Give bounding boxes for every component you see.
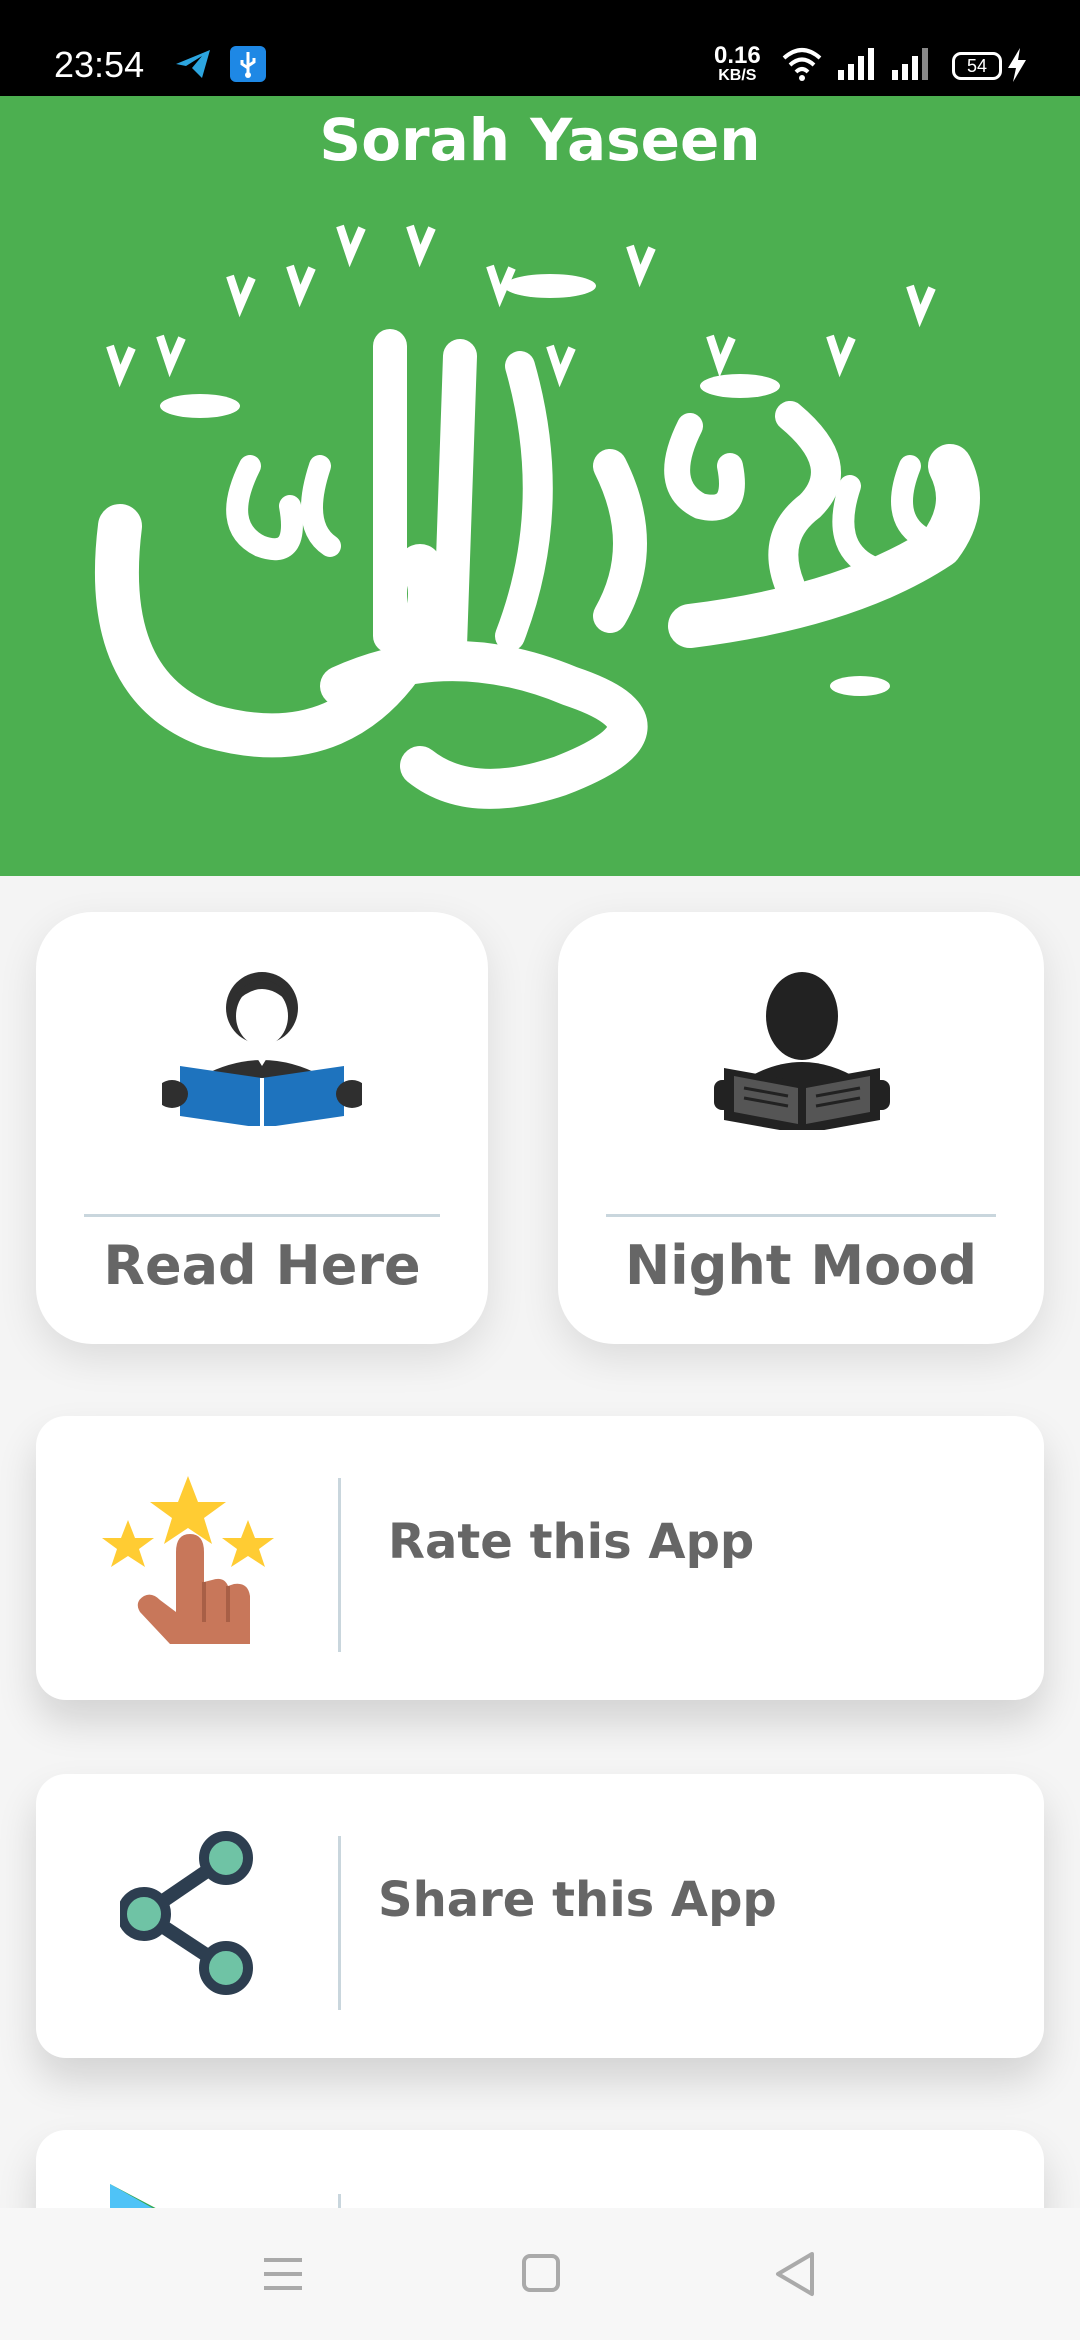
menu-icon[interactable] — [222, 2208, 342, 2340]
row-divider — [338, 1836, 341, 2010]
night-mood-label: Night Mood — [624, 1234, 977, 1297]
card-divider — [606, 1214, 996, 1217]
wifi-icon — [782, 48, 822, 81]
reader-dark-book-icon — [714, 972, 890, 1130]
network-speed: 0.16 KB/S — [714, 44, 761, 84]
home-icon[interactable] — [480, 2208, 600, 2340]
read-here-card[interactable]: Read Here — [36, 912, 488, 1344]
read-here-label: Read Here — [103, 1234, 421, 1297]
usb-icon — [230, 46, 266, 82]
header-banner: Sorah Yaseen — [0, 96, 1080, 876]
rate-app-label: Rate this App — [388, 1514, 755, 1570]
rate-app-card[interactable]: Rate this App — [36, 1416, 1044, 1700]
telegram-icon — [176, 50, 210, 78]
battery-icon: 54 — [952, 52, 1002, 80]
status-time: 23:54 — [54, 44, 145, 85]
charging-icon — [1008, 48, 1026, 82]
surah-yaseen-calligraphy — [94, 224, 980, 809]
app-title: Sorah Yaseen — [319, 106, 761, 174]
rate-stars-hand-icon — [102, 1476, 274, 1644]
card-divider — [84, 1214, 440, 1217]
status-bar: 23:54 0.16 KB/S 54 — [0, 0, 1080, 96]
share-icon — [120, 1831, 253, 1995]
reader-blue-book-icon — [162, 972, 362, 1126]
back-icon[interactable] — [736, 2208, 856, 2340]
row-divider — [338, 1478, 341, 1652]
share-app-card[interactable]: Share this App — [36, 1774, 1044, 2058]
night-mood-card[interactable]: Night Mood — [558, 912, 1044, 1344]
share-app-label: Share this App — [378, 1872, 777, 1928]
network-speed-value: 0.16 — [714, 42, 761, 69]
signal-icon — [892, 48, 928, 80]
network-speed-unit: KB/S — [718, 67, 757, 84]
signal-icon — [838, 48, 874, 80]
navigation-bar — [0, 2208, 1080, 2340]
